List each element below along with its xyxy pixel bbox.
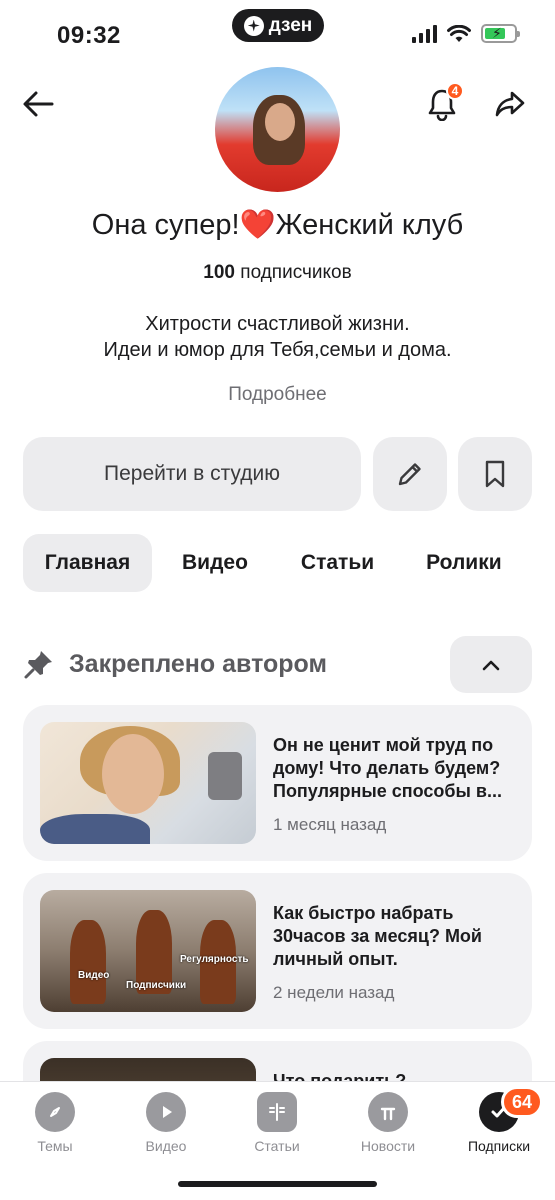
article-title: Как быстро набрать 30часов за месяц? Мой… (273, 903, 482, 969)
nav-label: Новости (360, 1138, 416, 1154)
chevron-up-icon (482, 660, 500, 670)
status-time: 09:32 (57, 22, 121, 49)
subscribers-label: подписчиков (240, 262, 352, 283)
nav-label: Темы (37, 1138, 73, 1154)
pencil-icon (398, 463, 421, 486)
thumbnail-label: Видео (78, 970, 110, 981)
share-button[interactable] (488, 84, 532, 124)
nav-label: Статьи (254, 1138, 300, 1154)
channel-description: Хитрости счастливой жизни. Идеи и юмор д… (0, 311, 555, 363)
tab-main[interactable]: Главная (23, 534, 152, 592)
pinned-article-card[interactable]: Он не ценит мой труд по дому! Что делать… (23, 705, 532, 861)
tab-articles[interactable]: Статьи (301, 534, 374, 592)
collapse-pinned-button[interactable] (450, 636, 532, 693)
nav-item-subscriptions[interactable]: 64 Подписки (459, 1086, 544, 1154)
nav-label: Видео (145, 1138, 187, 1154)
back-button[interactable] (18, 84, 58, 124)
article-time: 1 месяц назад (273, 815, 387, 834)
pinned-title: Закреплено автором (69, 649, 327, 678)
article-time: 2 недели назад (273, 983, 395, 1002)
tab-video[interactable]: Видео (182, 534, 248, 592)
nav-item-articles[interactable]: Статьи (237, 1092, 317, 1154)
notifications-badge: 4 (446, 82, 464, 100)
subscribers-count: 100 (203, 262, 235, 283)
share-arrow-icon (495, 91, 525, 117)
bookmark-icon (485, 460, 505, 488)
nav-item-video[interactable]: Видео (126, 1092, 206, 1154)
dzen-logo-icon (243, 15, 264, 36)
dzen-app-label: дзен (268, 14, 313, 36)
bookmark-button[interactable] (458, 437, 532, 511)
home-indicator (178, 1181, 377, 1187)
arrow-left-icon (23, 91, 54, 117)
channel-title: Она супер!❤️Женский клуб (91, 209, 464, 241)
more-link[interactable]: Подробнее (0, 384, 555, 406)
edit-button[interactable] (373, 437, 447, 511)
nav-item-themes[interactable]: Темы (15, 1092, 95, 1154)
article-title: Он не ценит мой труд по дому! Что делать… (273, 735, 502, 801)
article-thumbnail: Видео Подписчики Регулярность (40, 890, 256, 1012)
notifications-button[interactable]: 4 (420, 82, 464, 126)
nav-label: Подписки (467, 1138, 531, 1154)
channel-avatar[interactable] (215, 67, 340, 192)
go-to-studio-button[interactable]: Перейти в студию (23, 437, 361, 511)
pinned-header: Закреплено автором (23, 648, 327, 680)
pinned-article-card[interactable]: Видео Подписчики Регулярность Как быстро… (23, 873, 532, 1029)
news-icon (368, 1092, 408, 1132)
nav-item-news[interactable]: Новости (348, 1092, 428, 1154)
thumbnail-label: Подписчики (126, 980, 187, 991)
article-thumbnail (40, 722, 256, 844)
tab-clips[interactable]: Ролики (426, 534, 501, 592)
subscribers-line: 100 подписчиков (0, 262, 555, 284)
battery-icon: ⚡ (481, 24, 520, 43)
pin-icon (24, 651, 52, 679)
dzen-app-pill[interactable]: дзен (232, 9, 324, 42)
description-line-1: Хитрости счастливой жизни. (145, 313, 410, 335)
cellular-signal-icon (412, 24, 437, 43)
description-line-2: Идеи и юмор для Тебя,семьи и дома. (103, 339, 452, 361)
status-icons: ⚡ (412, 24, 520, 43)
compass-icon (35, 1092, 75, 1132)
subscriptions-badge: 64 (501, 1086, 544, 1118)
play-icon (146, 1092, 186, 1132)
status-bar: 09:32 дзен ⚡ (0, 0, 555, 72)
article-icon (257, 1092, 297, 1132)
channel-tabs: Главная Видео Статьи Ролики (23, 534, 502, 592)
wifi-icon (447, 24, 471, 42)
thumbnail-label: Регулярность (180, 954, 249, 965)
